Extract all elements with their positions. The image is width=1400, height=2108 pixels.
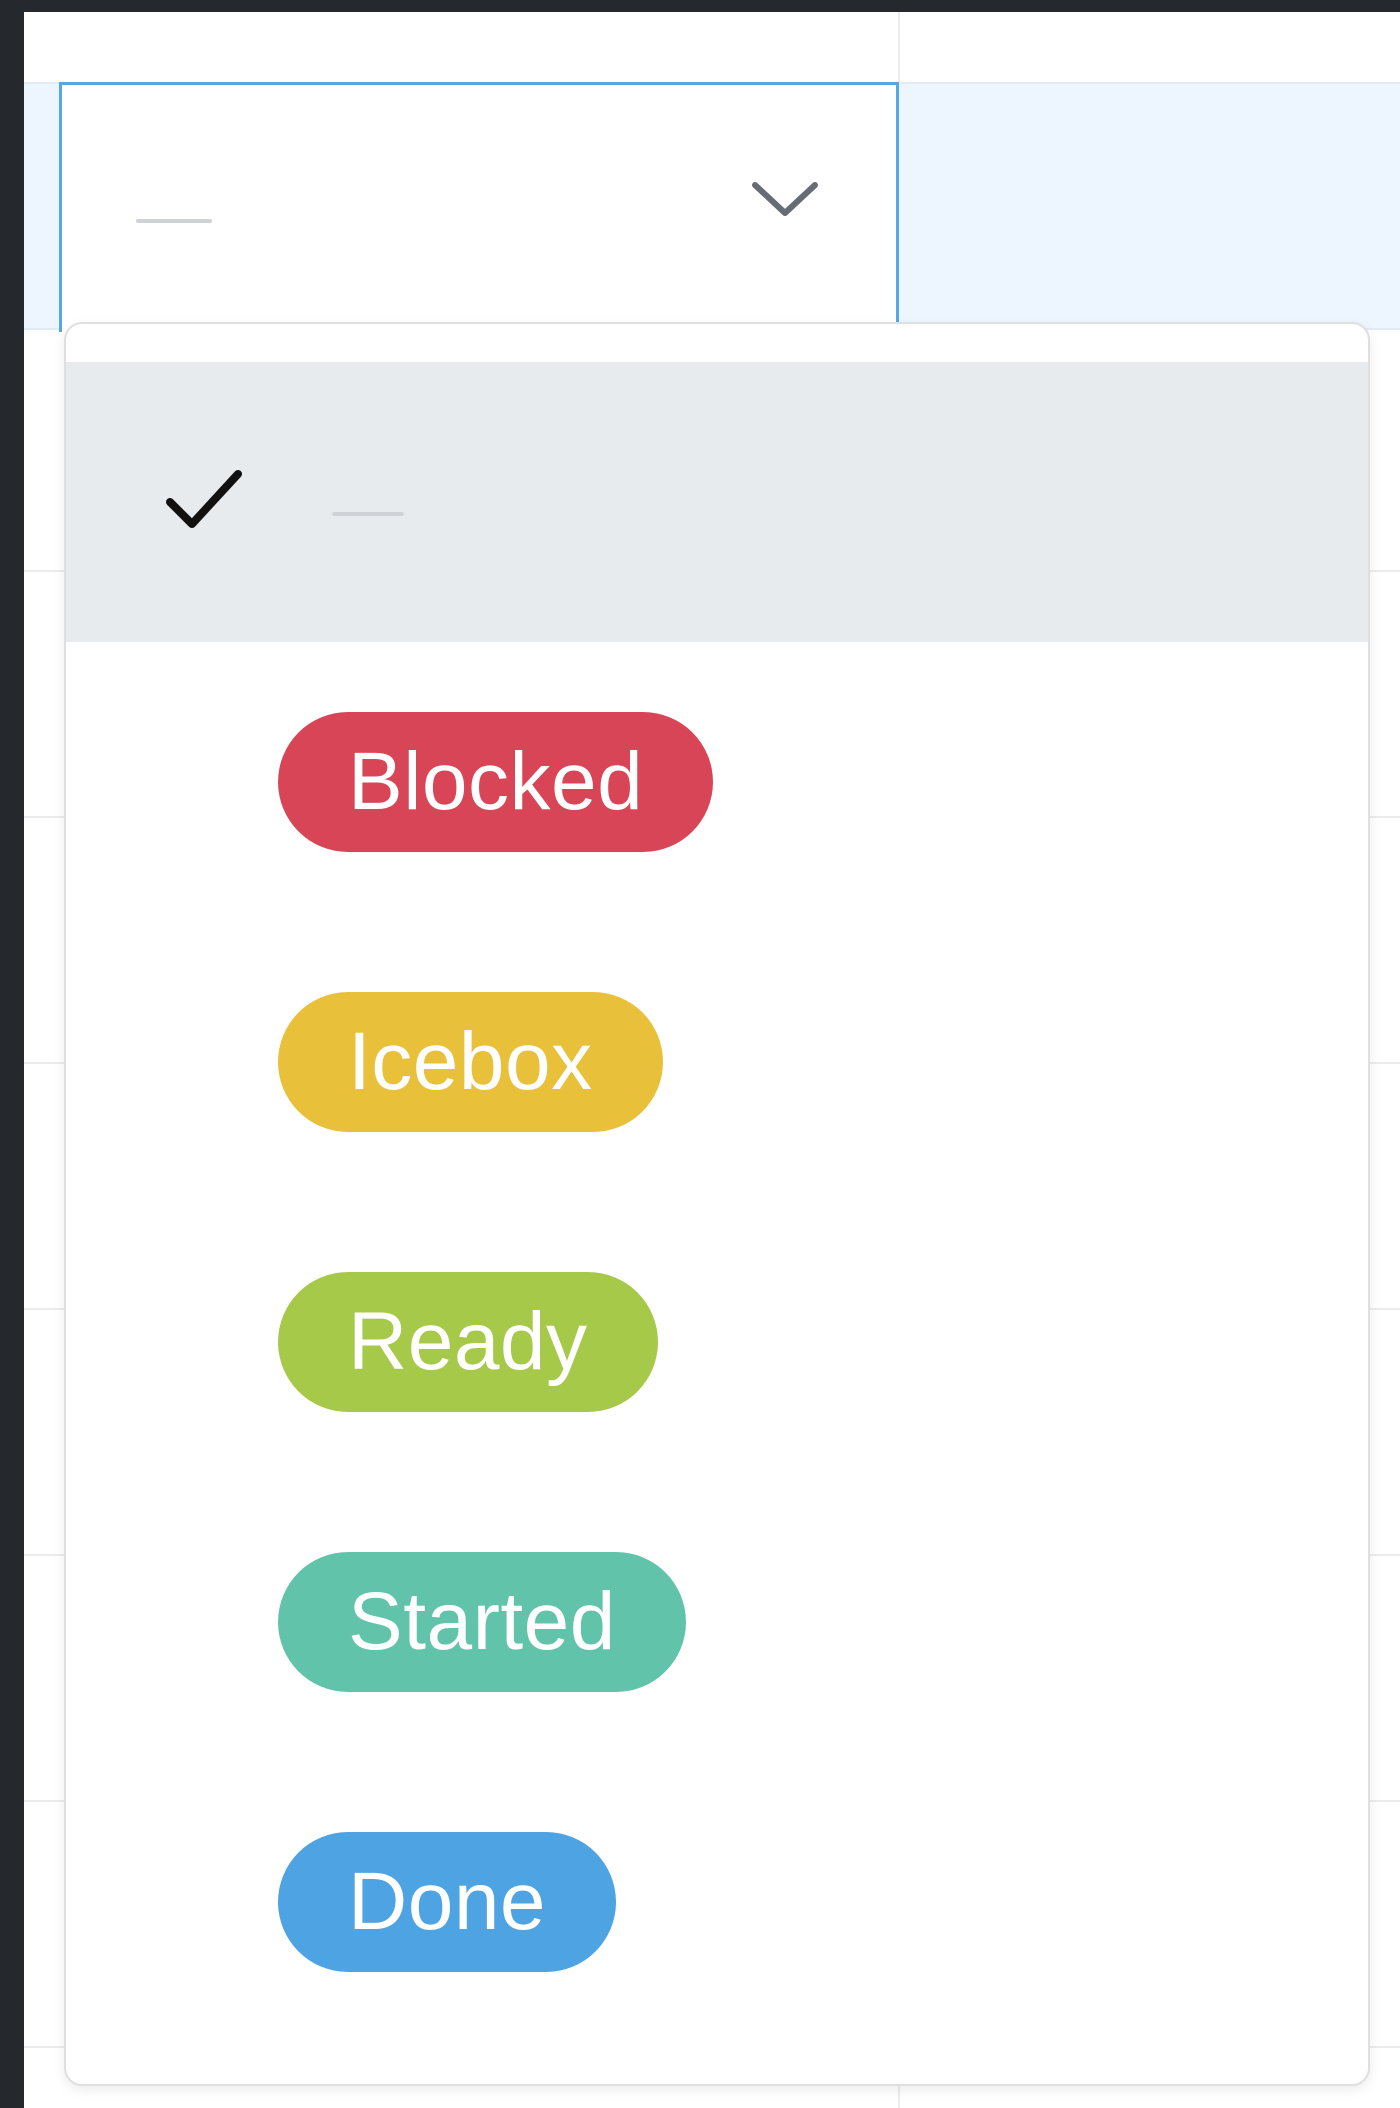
option-icebox[interactable]: Icebox: [66, 922, 1368, 1202]
option-none-label: —: [332, 512, 404, 520]
status-dropdown-menu: — Blocked Icebox Ready Started Done: [64, 322, 1370, 2086]
status-pill-ready: Ready: [278, 1272, 658, 1412]
option-blocked[interactable]: Blocked: [66, 642, 1368, 922]
status-select[interactable]: —: [59, 82, 899, 332]
status-pill-started: Started: [278, 1552, 686, 1692]
status-pill-done: Done: [278, 1832, 617, 1972]
chevron-down-icon[interactable]: [749, 177, 821, 221]
status-pill-icebox: Icebox: [278, 992, 663, 1132]
select-value: —: [136, 219, 212, 227]
status-pill-blocked: Blocked: [278, 712, 714, 852]
option-started[interactable]: Started: [66, 1482, 1368, 1762]
option-none[interactable]: —: [66, 362, 1368, 642]
checkmark-icon: [166, 470, 242, 528]
option-ready[interactable]: Ready: [66, 1202, 1368, 1482]
option-done[interactable]: Done: [66, 1762, 1368, 2042]
